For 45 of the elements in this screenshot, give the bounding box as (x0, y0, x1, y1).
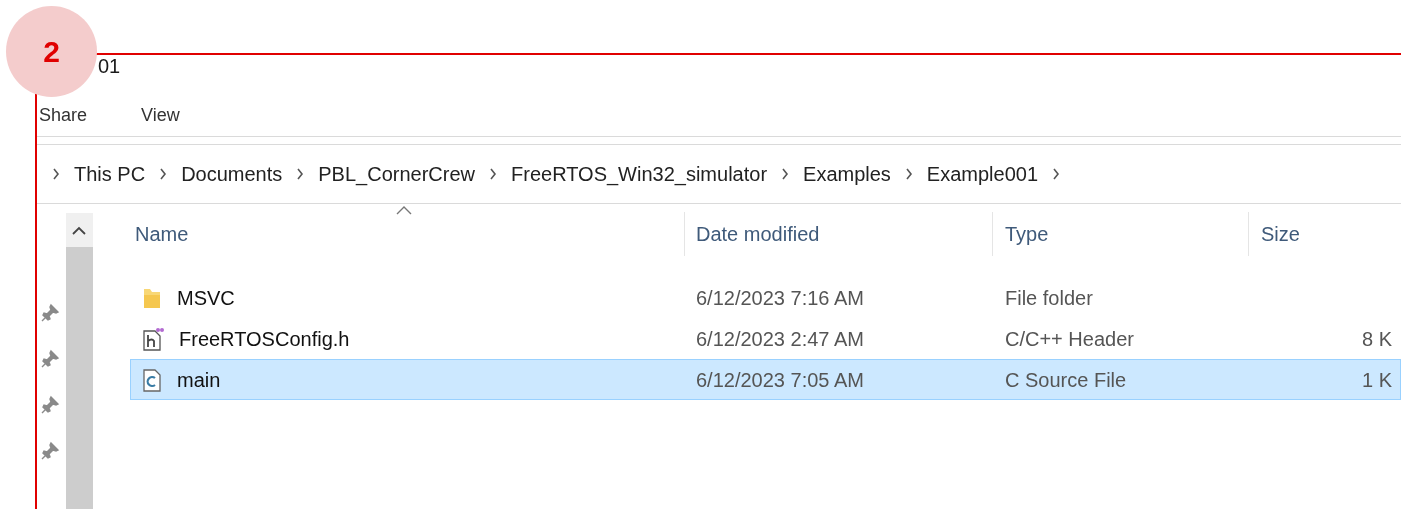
column-header[interactable]: Type (992, 212, 1248, 256)
c-file-icon (142, 367, 162, 392)
breadcrumb[interactable]: Examples (803, 159, 891, 189)
file-name: MSVC (177, 285, 235, 311)
header-file-icon (142, 326, 164, 351)
scroll-up-icon[interactable] (72, 225, 87, 235)
pin-icon[interactable] (40, 303, 61, 323)
breadcrumb[interactable]: PBL_CornerCrew (318, 159, 475, 189)
sort-caret-icon (396, 206, 412, 215)
file-row[interactable]: main 6/12/2023 7:05 AM C Source File 1 K (130, 359, 1401, 400)
file-name: FreeRTOSConfig.h (179, 326, 350, 352)
breadcrumb[interactable]: FreeRTOS_Win32_simulator (511, 159, 768, 189)
file-name: main (177, 367, 221, 393)
date-modified: 6/12/2023 7:05 AM (696, 368, 864, 391)
column-header[interactable]: Date modified (684, 212, 992, 256)
file-type: C/C++ Header (1005, 327, 1134, 350)
file-type: File folder (1005, 286, 1093, 309)
date-modified: 6/12/2023 2:47 AM (696, 327, 864, 350)
pin-icon[interactable] (40, 395, 61, 415)
column-header[interactable]: Size (1248, 212, 1399, 256)
file-size: 8 K (1362, 327, 1393, 350)
address-bar[interactable]: This PC Documents PBL_CornerCrew FreeRTOS_Win32_simulator Examples Example001 (35, 145, 1401, 204)
file-size: 1 K (1362, 368, 1393, 391)
chevron-icon (159, 168, 168, 180)
date-modified: 6/12/2023 7:16 AM (696, 286, 864, 309)
file-row[interactable]: FreeRTOSConfig.h 6/12/2023 2:47 AM C/C++ Header 8 K (130, 318, 1401, 359)
chevron-icon (1052, 168, 1061, 180)
ribbon-tab[interactable]: Share (39, 101, 88, 129)
file-row[interactable]: MSVC 6/12/2023 7:16 AM File folder (130, 277, 1401, 318)
pin-icon[interactable] (40, 441, 61, 461)
step-badge: 2 (6, 6, 97, 97)
chevron-icon (52, 168, 60, 180)
breadcrumb[interactable]: This PC (74, 159, 146, 189)
chevron-icon (489, 168, 497, 180)
chevron-icon (781, 168, 790, 180)
breadcrumb[interactable]: Documents (181, 159, 283, 189)
column-header[interactable]: Name (130, 212, 684, 256)
chevron-icon (904, 168, 913, 180)
chevron-icon (296, 168, 305, 180)
ribbon-tab[interactable]: View (141, 101, 180, 129)
breadcrumb[interactable]: Example001 (926, 159, 1039, 189)
scrollbar[interactable] (65, 213, 93, 509)
file-type: C Source File (1005, 368, 1127, 391)
window-title: 01 (98, 55, 121, 77)
pin-icon[interactable] (40, 349, 61, 369)
